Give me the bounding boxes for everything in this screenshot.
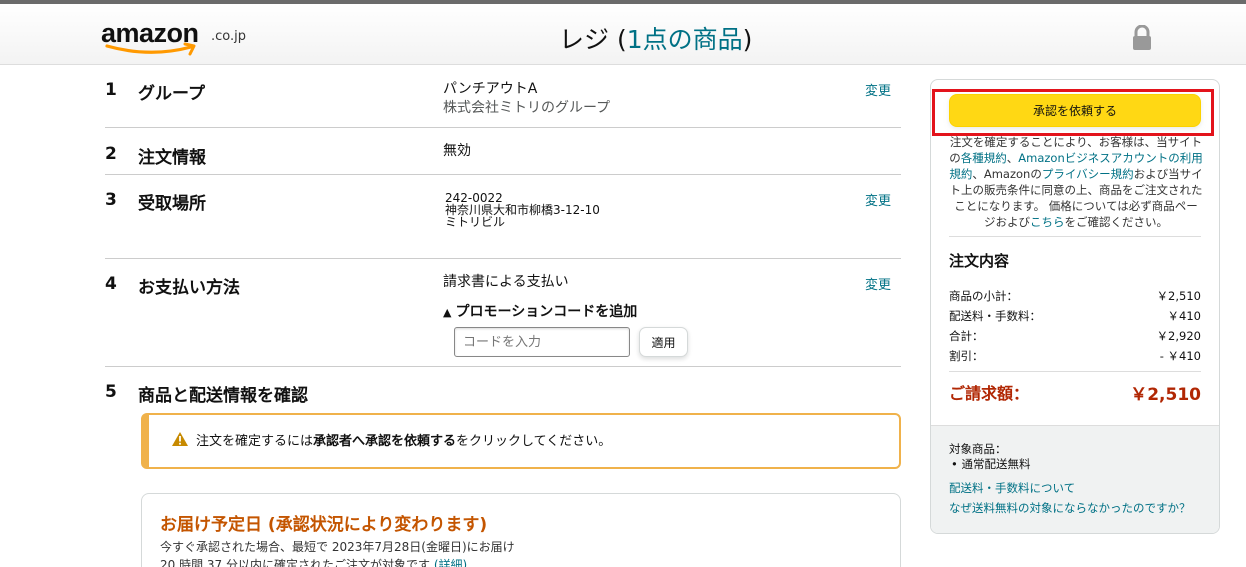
item-count-link[interactable]: 1点の商品 <box>627 25 743 54</box>
alert-text-pre: 注文を確定するには <box>196 434 314 449</box>
step-title: 注文情報 <box>138 148 206 168</box>
free-shipping-text: 通常配送無料 <box>961 457 1031 471</box>
change-group-link[interactable]: 変更 <box>865 80 891 99</box>
why-not-free-shipping-link[interactable]: なぜ送料無料の対象にならなかったのですか？ <box>949 500 1191 516</box>
page-title: レジ (1点の商品) <box>559 20 752 56</box>
eligible-items-label: 対象商品： <box>949 442 1007 456</box>
step-order-info: 2 注文情報 無効 <box>105 143 901 173</box>
divider <box>105 127 901 128</box>
delivery-cutoff-label: 20 時間 37 分以内に確定されたご注文が対象です <box>160 558 430 567</box>
summary-label: 割引： <box>949 349 984 363</box>
summary-amount: - ￥410 <box>1159 349 1201 363</box>
warning-icon <box>172 432 188 446</box>
summary-label: 合計： <box>949 329 984 343</box>
page-title-prefix: レジ ( <box>559 25 627 54</box>
terms-notice: 注文を確定することにより、お客様は、当サイトの各種規約、Amazonビジネスアカ… <box>949 134 1203 230</box>
alert-text-post: をクリックしてください。 <box>456 434 612 449</box>
delivery-cutoff-text: 20 時間 37 分以内に確定されたご注文が対象です (詳細) <box>160 556 467 567</box>
step-title: お支払い方法 <box>138 278 240 298</box>
summary-amount: ￥2,920 <box>1156 329 1201 343</box>
amazon-logo[interactable]: amazon .co.jp <box>101 18 261 58</box>
alert-text-bold: 承認者へ承認を依頼する <box>313 434 457 449</box>
step-number: 1 <box>105 80 117 100</box>
divider <box>105 366 901 367</box>
apply-promo-button[interactable]: 適用 <box>639 327 688 357</box>
terms-link[interactable]: 各種規約 <box>961 151 1007 165</box>
order-info-value: 無効 <box>443 143 471 159</box>
step-payment: 4 お支払い方法 請求書による支払い 変更 ▲プロモーションコードを追加 適用 <box>105 273 901 363</box>
order-summary-panel: 承認を依頼する 注文を確定することにより、お客様は、当サイトの各種規約、Amaz… <box>930 79 1220 534</box>
logo-domain: .co.jp <box>211 29 247 44</box>
smile-arrow-icon <box>105 42 196 56</box>
payment-method: 請求書による支払い <box>443 274 569 290</box>
summary-label: 商品の小計： <box>949 289 1018 303</box>
divider <box>105 174 901 175</box>
shipping-info-box: 対象商品： • 通常配送無料 配送料・手数料について なぜ送料無料の対象にならな… <box>931 425 1219 533</box>
summary-row-discount: 割引： - ￥410 <box>949 348 1201 364</box>
shipping-fees-link[interactable]: 配送料・手数料について <box>949 480 1075 496</box>
step-number: 3 <box>105 190 117 210</box>
step-review-items: 5 商品と配送情報を確認 <box>105 381 901 406</box>
checkout-header: amazon .co.jp レジ (1点の商品) <box>0 4 1246 65</box>
delivery-date-text: 今すぐ承認された場合、最短で 2023年7月28日(金曜日)にお届け <box>160 540 515 554</box>
promo-code-toggle[interactable]: ▲ プロモーションコードを追加 <box>443 301 637 321</box>
step-number: 5 <box>105 382 117 402</box>
billing-total-label: ご請求額： <box>949 384 1030 403</box>
billing-total-amount: ￥2,510 <box>1130 385 1201 405</box>
highlight-box <box>932 89 1214 136</box>
terms-text: 、 <box>1006 151 1019 165</box>
change-payment-link[interactable]: 変更 <box>865 274 891 293</box>
delivery-title: お届け予定日 (承認状況により変わります) <box>160 515 488 535</box>
terms-text: をご確認ください。 <box>1064 215 1169 229</box>
summary-row-shipping: 配送料・手数料： ￥410 <box>949 308 1201 324</box>
delivery-details-link[interactable]: (詳細) <box>434 558 467 567</box>
promo-code-input[interactable] <box>454 327 630 357</box>
privacy-link[interactable]: プライバシー規約 <box>1042 167 1134 181</box>
step-number: 2 <box>105 144 117 164</box>
delivery-estimate-card: お届け予定日 (承認状況により変わります) 今すぐ承認された場合、最短で 202… <box>141 493 901 567</box>
page-title-suffix: ) <box>742 25 753 54</box>
price-info-link[interactable]: こちら <box>1030 215 1065 229</box>
divider <box>105 258 901 259</box>
group-company: 株式会社ミトリのグループ <box>443 100 611 116</box>
step-title: 商品と配送情報を確認 <box>138 386 308 406</box>
terms-text: 、Amazonの <box>972 167 1042 181</box>
divider <box>949 236 1201 237</box>
divider <box>949 371 1201 372</box>
step-title: 受取場所 <box>138 194 206 214</box>
summary-row-subtotal: 商品の小計： ￥2,510 <box>949 288 1201 304</box>
order-summary-title: 注文内容 <box>949 252 1010 270</box>
summary-row-total: 合計： ￥2,920 <box>949 328 1201 344</box>
chevron-up-icon: ▲ <box>443 306 452 319</box>
approval-alert: 注文を確定するには承認者へ承認を依頼するをクリックしてください。 <box>141 413 901 469</box>
summary-amount: ￥410 <box>1167 309 1201 323</box>
change-address-link[interactable]: 変更 <box>865 190 891 209</box>
step-group: 1 グループ パンチアウトA 株式会社ミトリのグループ 変更 <box>105 79 901 127</box>
group-name: パンチアウトA <box>443 81 538 97</box>
summary-label: 配送料・手数料： <box>949 309 1041 323</box>
lock-icon <box>1133 25 1151 50</box>
summary-amount: ￥2,510 <box>1156 289 1201 303</box>
address-building: ミトリビル <box>445 215 506 229</box>
step-title: グループ <box>138 84 205 104</box>
step-pickup-location: 3 受取場所 242-0022 神奈川県大和市柳橋3-12-10 ミトリビル 変… <box>105 189 901 249</box>
step-number: 4 <box>105 274 117 294</box>
free-shipping-bullet: • 通常配送無料 <box>951 457 1031 471</box>
alert-message: 注文を確定するには承認者へ承認を依頼するをクリックしてください。 <box>196 430 611 449</box>
promo-toggle-label: プロモーションコードを追加 <box>455 304 638 320</box>
